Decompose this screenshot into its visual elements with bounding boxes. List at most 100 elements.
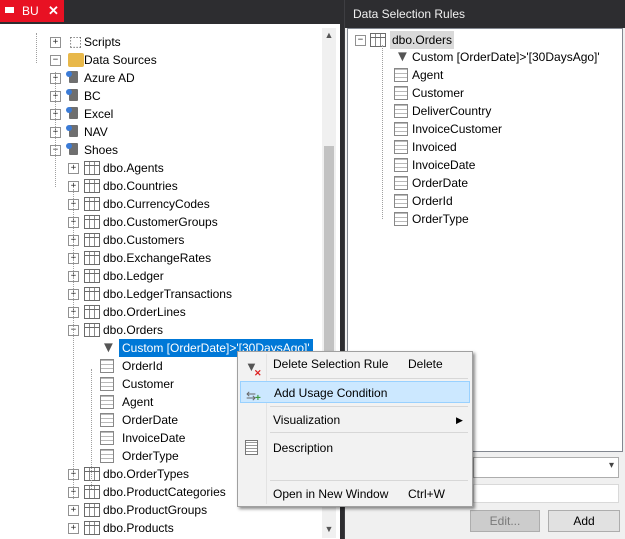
tree-row[interactable]: + Scripts — [0, 32, 320, 51]
column-icon — [100, 377, 114, 391]
tree-row[interactable]: + dbo.ExchangeRates — [0, 249, 320, 267]
column-icon — [394, 122, 408, 136]
tree-item-label: dbo.Customers — [103, 233, 185, 247]
rule-label: OrderDate — [412, 176, 469, 190]
tree-row[interactable]: + NAV — [0, 123, 320, 141]
condition-dropdown[interactable]: ▾ — [473, 457, 619, 478]
menu-item[interactable]: Open in New Window Ctrl+W — [240, 483, 470, 505]
tree-row[interactable]: + dbo.Countries — [0, 177, 320, 195]
tree-row[interactable]: + dbo.Products — [0, 519, 320, 537]
datasource-icon — [66, 89, 82, 103]
tree-guide-line — [36, 33, 37, 63]
rule-row[interactable]: OrderType — [352, 210, 620, 228]
column-icon — [394, 86, 408, 100]
column-icon — [394, 158, 408, 172]
key-column-icon — [394, 194, 408, 208]
table-icon — [84, 467, 100, 481]
tree-row[interactable]: + dbo.CurrencyCodes — [0, 195, 320, 213]
tree-item-label: dbo.ProductGroups — [103, 503, 208, 517]
tree-item-label: Data Sources — [84, 53, 157, 67]
scroll-down-icon[interactable]: ▼ — [322, 522, 336, 536]
column-icon — [394, 212, 408, 226]
tree-row[interactable]: + dbo.CustomerGroups — [0, 213, 320, 231]
menu-item[interactable]: ▼ ✕ Delete Selection Rule Delete — [240, 353, 470, 378]
table-icon — [370, 33, 386, 47]
menu-item[interactable]: Description — [240, 437, 470, 459]
tree-item-label: OrderDate — [122, 413, 179, 427]
tree-row[interactable]: + dbo.OrderLines — [0, 303, 320, 321]
menu-separator — [270, 406, 468, 407]
panel-title: Data Selection Rules — [345, 0, 625, 28]
rule-row[interactable]: Custom [OrderDate]>'[30DaysAgo]' — [352, 48, 620, 66]
tree-item-label: Azure AD — [84, 71, 135, 85]
collapse-icon[interactable]: − — [355, 35, 366, 46]
expand-icon[interactable]: + — [68, 505, 79, 516]
rule-row[interactable]: InvoiceDate — [352, 156, 620, 174]
document-tab[interactable]: BU ✕ — [0, 0, 64, 22]
tree-row[interactable]: − dbo.Orders — [0, 321, 320, 339]
script-icon — [68, 32, 84, 50]
tree-item-label: InvoiceDate — [122, 431, 186, 445]
rules-root-label: dbo.Orders — [390, 31, 455, 49]
tree-item-label: OrderType — [122, 449, 179, 463]
menu-separator — [270, 378, 468, 379]
close-tab-button[interactable]: ✕ — [48, 0, 59, 22]
tree-row[interactable]: + dbo.Customers — [0, 231, 320, 249]
tree-row[interactable]: − Data Sources — [0, 51, 320, 69]
rule-row[interactable]: OrderId — [352, 192, 620, 210]
tree-row[interactable]: + dbo.Ledger — [0, 267, 320, 285]
tree-item-label: Shoes — [84, 143, 119, 157]
scroll-up-icon[interactable]: ▲ — [322, 28, 336, 42]
description-icon — [245, 440, 261, 456]
tree-item-label: Excel — [84, 107, 114, 121]
expand-icon[interactable]: + — [50, 37, 61, 48]
tab-label: BU — [22, 4, 39, 18]
rule-row[interactable]: Customer — [352, 84, 620, 102]
rule-row[interactable]: InvoiceCustomer — [352, 120, 620, 138]
rule-label: OrderId — [412, 194, 453, 208]
tree-item-label: dbo.Ledger — [103, 269, 164, 283]
edit-button[interactable]: Edit... — [470, 510, 540, 532]
rule-label: OrderType — [412, 212, 469, 226]
menu-item[interactable]: Visualization ▶ — [240, 409, 470, 431]
tree-guide-line — [55, 72, 56, 187]
tree-row[interactable]: + BC — [0, 87, 320, 105]
tree-row[interactable]: + Excel — [0, 105, 320, 123]
expand-icon[interactable]: + — [68, 163, 79, 174]
table-icon — [84, 269, 100, 283]
folder-icon — [68, 53, 84, 67]
rule-row[interactable]: Invoiced — [352, 138, 620, 156]
menu-item[interactable]: ⇆ + Add Usage Condition — [240, 381, 470, 404]
tree-item-label: Customer — [122, 377, 175, 391]
collapse-icon[interactable]: − — [50, 55, 61, 66]
add-condition-icon: ⇆ + — [246, 389, 261, 404]
expand-icon[interactable]: + — [68, 523, 79, 534]
rule-row[interactable]: DeliverCountry — [352, 102, 620, 120]
tree-row[interactable]: + Azure AD — [0, 69, 320, 87]
tree-item-label: dbo.Products — [103, 521, 174, 535]
chevron-down-icon: ▾ — [608, 460, 614, 471]
table-icon — [84, 287, 100, 301]
tree-guide-line — [73, 189, 74, 499]
menu-shortcut: Delete — [408, 357, 443, 371]
add-button[interactable]: Add — [548, 510, 620, 532]
tree-guide-line — [91, 369, 92, 489]
submenu-arrow-icon: ▶ — [456, 415, 463, 425]
rule-row[interactable]: OrderDate — [352, 174, 620, 192]
tree-row[interactable]: + dbo.Agents — [0, 159, 320, 177]
tree-item-label: dbo.ExchangeRates — [103, 251, 212, 265]
tree-row[interactable]: + dbo.LedgerTransactions — [0, 285, 320, 303]
table-icon — [84, 251, 100, 265]
menu-separator — [270, 480, 468, 481]
column-icon — [394, 104, 408, 118]
menu-item-label: Visualization — [273, 413, 341, 427]
rule-row[interactable]: Agent — [352, 66, 620, 84]
datasource-icon — [66, 125, 82, 139]
table-icon — [84, 503, 100, 517]
tree-item-label: Scripts — [84, 35, 121, 49]
tree-row[interactable]: − Shoes — [0, 141, 320, 159]
tree-item-label: dbo.CustomerGroups — [103, 215, 218, 229]
condition-input[interactable] — [473, 484, 619, 503]
tree-item-label: NAV — [84, 125, 108, 139]
datasource-icon — [66, 71, 82, 85]
